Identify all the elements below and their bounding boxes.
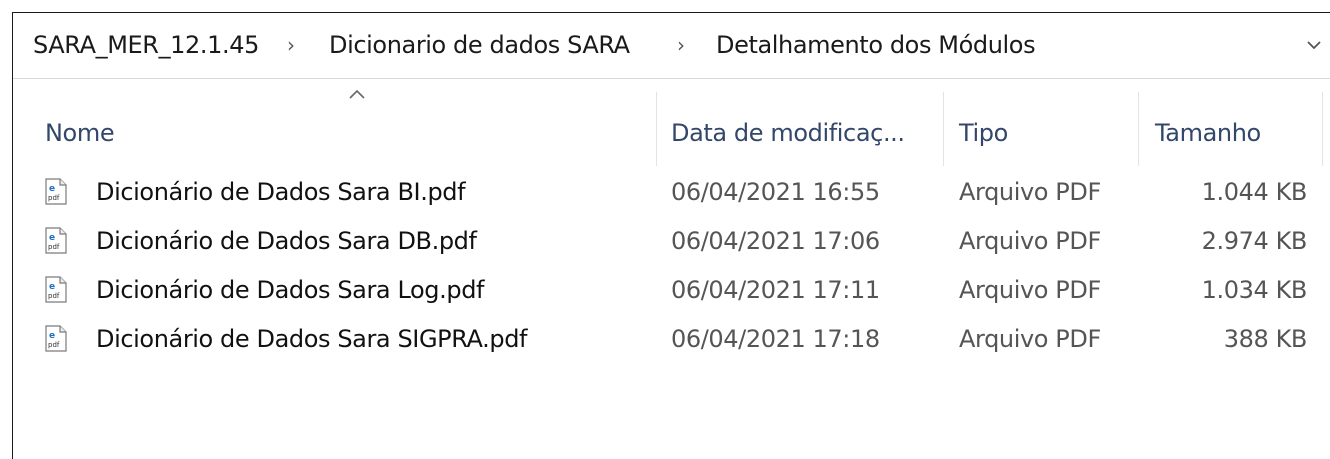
column-header-name[interactable]: Nome <box>45 117 115 149</box>
column-divider[interactable] <box>656 92 657 166</box>
file-date: 06/04/2021 17:06 <box>671 227 880 255</box>
column-divider[interactable] <box>943 92 944 166</box>
file-type: Arquivo PDF <box>959 178 1101 206</box>
file-size: 2.974 KB <box>1201 227 1308 255</box>
file-row[interactable]: e pdf Dicionário de Dados Sara SIGPRA.pd… <box>13 320 1330 358</box>
file-size: 1.034 KB <box>1201 276 1308 304</box>
sort-ascending-icon <box>349 89 365 99</box>
file-row[interactable]: e pdf Dicionário de Dados Sara BI.pdf 06… <box>13 173 1330 211</box>
svg-text:pdf: pdf <box>48 341 60 349</box>
file-date: 06/04/2021 17:11 <box>671 276 880 304</box>
pdf-file-icon: e pdf <box>45 227 67 254</box>
file-date: 06/04/2021 17:18 <box>671 325 880 353</box>
file-row[interactable]: e pdf Dicionário de Dados Sara Log.pdf 0… <box>13 271 1330 309</box>
chevron-right-icon[interactable]: › <box>287 29 295 61</box>
file-name: Dicionário de Dados Sara SIGPRA.pdf <box>96 325 528 353</box>
file-name: Dicionário de Dados Sara DB.pdf <box>96 227 477 255</box>
svg-text:pdf: pdf <box>48 194 60 202</box>
file-date: 06/04/2021 16:55 <box>671 178 880 206</box>
svg-text:e: e <box>49 233 55 243</box>
breadcrumb-item-current[interactable]: Detalhamento dos Módulos <box>716 29 1036 61</box>
column-divider[interactable] <box>1138 92 1139 166</box>
breadcrumb-item-dicionario[interactable]: Dicionario de dados SARA <box>329 29 630 61</box>
breadcrumb-item-root[interactable]: SARA_MER_12.1.45 <box>33 29 259 61</box>
pdf-file-icon: e pdf <box>45 325 67 352</box>
svg-text:pdf: pdf <box>48 243 60 251</box>
column-header-size[interactable]: Tamanho <box>1155 117 1261 149</box>
file-size: 388 KB <box>1223 325 1308 353</box>
chevron-right-icon[interactable]: › <box>677 29 685 61</box>
chevron-down-icon[interactable] <box>1305 29 1323 70</box>
file-type: Arquivo PDF <box>959 276 1101 304</box>
svg-text:e: e <box>49 331 55 341</box>
file-type: Arquivo PDF <box>959 227 1101 255</box>
file-name: Dicionário de Dados Sara BI.pdf <box>96 178 466 206</box>
pdf-file-icon: e pdf <box>45 178 67 205</box>
file-size: 1.044 KB <box>1201 178 1308 206</box>
explorer-window: SARA_MER_12.1.45 › Dicionario de dados S… <box>12 12 1330 459</box>
file-type: Arquivo PDF <box>959 325 1101 353</box>
column-header-date[interactable]: Data de modificaç... <box>671 117 905 149</box>
file-name: Dicionário de Dados Sara Log.pdf <box>96 276 485 304</box>
pdf-file-icon: e pdf <box>45 276 67 303</box>
column-header-type[interactable]: Tipo <box>959 117 1008 149</box>
svg-text:pdf: pdf <box>48 292 60 300</box>
file-row[interactable]: e pdf Dicionário de Dados Sara DB.pdf 06… <box>13 222 1330 260</box>
svg-text:e: e <box>49 282 55 292</box>
column-divider[interactable] <box>1322 92 1323 166</box>
address-bar[interactable]: SARA_MER_12.1.45 › Dicionario de dados S… <box>13 13 1330 79</box>
svg-text:e: e <box>49 184 55 194</box>
